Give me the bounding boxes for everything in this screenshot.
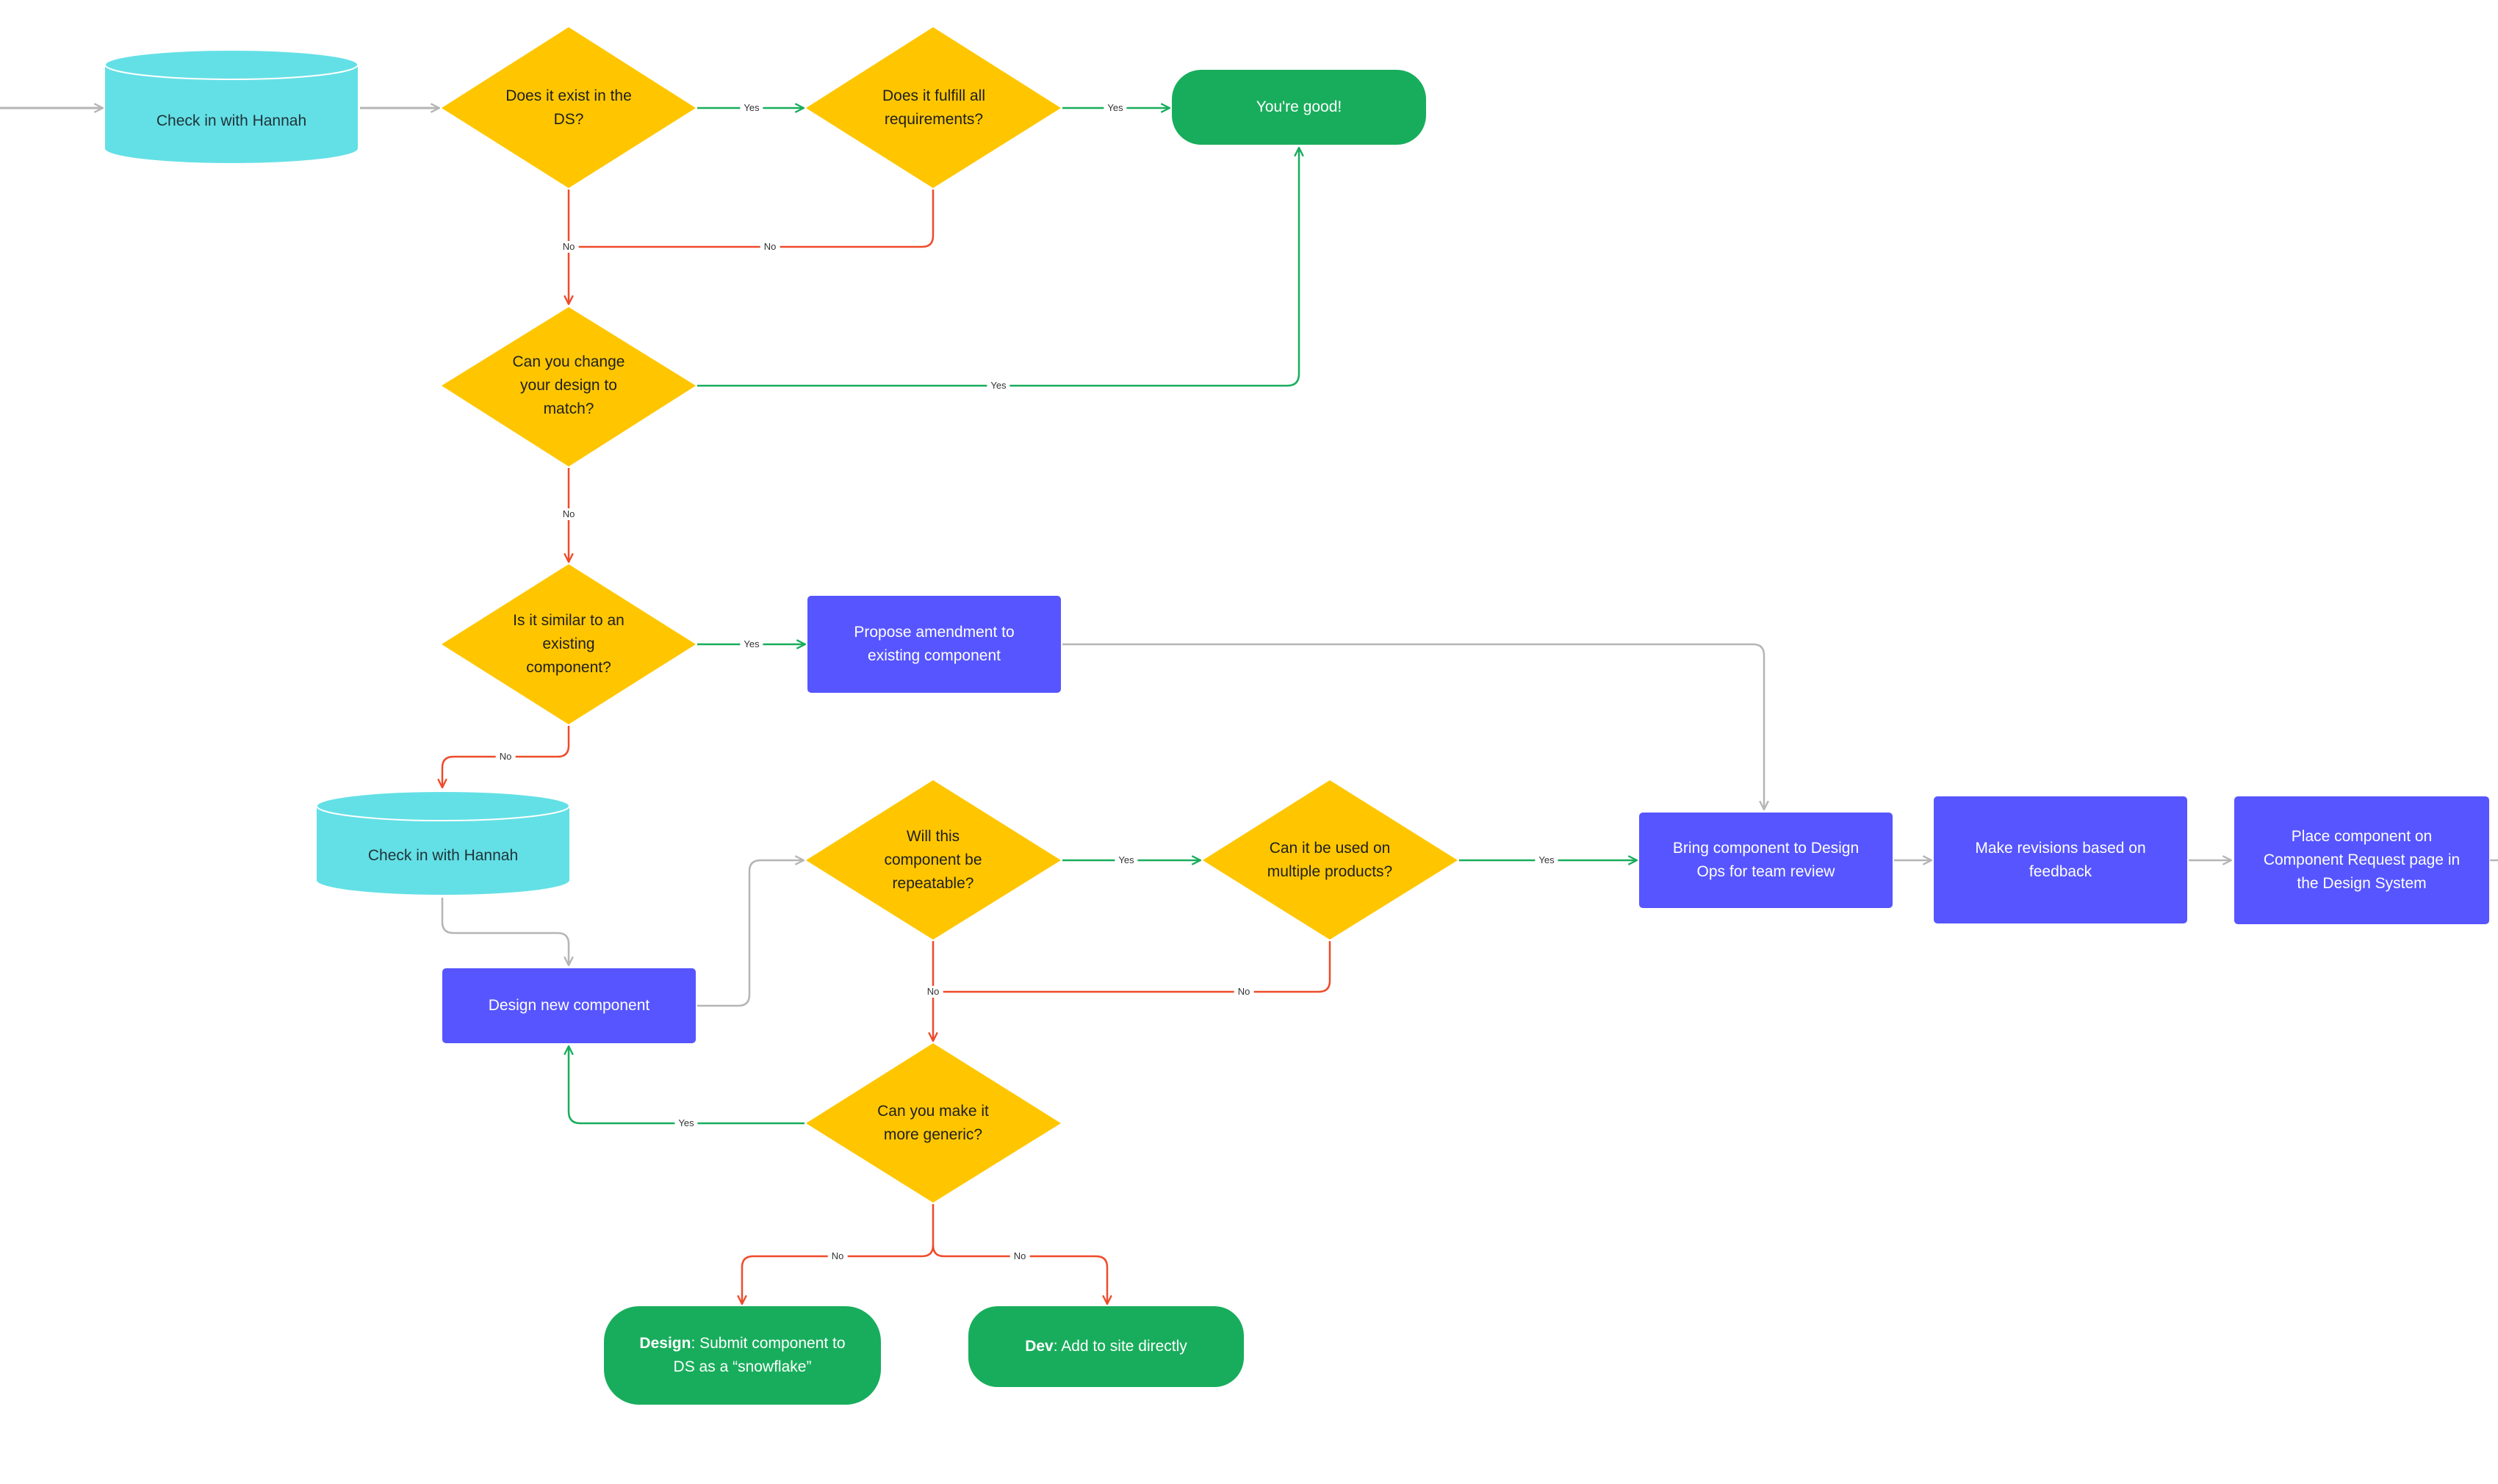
decision-similar-existing[interactable]: Is it similar to an existing component? [499, 597, 638, 692]
process-design-new-label: Design new component [488, 997, 650, 1014]
datastore-check-in-2-label: Check in with Hannah [367, 847, 519, 864]
decision-fulfills-requirements-label: Does it fulfill all requirements? [882, 87, 986, 128]
process-bring-to-ops-label: Bring component to Design Ops for team r… [1672, 840, 1860, 880]
terminal-youre-good[interactable]: You're good! [1172, 70, 1426, 145]
decision-exists-in-ds-label: Does it exist in the DS? [505, 87, 632, 128]
edge-label-generic-yes: Yes [674, 1117, 698, 1129]
process-design-new[interactable]: Design new component [442, 968, 696, 1043]
decision-fulfills-requirements[interactable]: Does it fulfill all requirements? [864, 71, 1004, 145]
edge-label-fulfills-yes: Yes [1104, 102, 1127, 114]
datastore-check-in-2[interactable]: Check in with Hannah [317, 819, 569, 893]
decision-change-design[interactable]: Can you change your design to match? [503, 338, 635, 433]
terminal-snowflake[interactable]: Design: Submit component to DS as a “sno… [604, 1306, 881, 1405]
terminal-snowflake-label-bold: Design [639, 1335, 691, 1352]
edge-design-to-repeatable [697, 860, 804, 1007]
edge-label-generic-no-dev: No [1009, 1250, 1030, 1262]
process-place-component-label: Place component on Component Request pag… [2263, 828, 2461, 892]
edge-generic-yes [569, 1046, 805, 1125]
datastore-check-in-1[interactable]: Check in with Hannah [105, 81, 358, 162]
datastore-check-in-1-label: Check in with Hannah [156, 112, 307, 129]
process-make-revisions[interactable]: Make revisions based on feedback [1934, 796, 2187, 923]
decision-multiple-products[interactable]: Can it be used on multiple products? [1264, 813, 1396, 908]
edge-label-multiple-yes: Yes [1535, 854, 1558, 866]
process-make-revisions-label: Make revisions based on feedback [1975, 839, 2146, 880]
edge-label-fulfills-no: No [760, 241, 780, 253]
edge-label-exists-yes: Yes [740, 102, 763, 114]
edge-label-change-yes: Yes [987, 380, 1010, 392]
process-propose-amendment[interactable]: Propose amendment to existing component [807, 596, 1061, 693]
terminal-youre-good-label: You're good! [1256, 98, 1342, 115]
decision-repeatable[interactable]: Will this component be repeatable? [867, 813, 999, 908]
edge-label-repeatable-yes: Yes [1115, 854, 1138, 866]
flowchart-canvas [0, 27, 2498, 1484]
process-place-component[interactable]: Place component on Component Request pag… [2234, 796, 2489, 924]
edge-label-change-no: No [558, 508, 579, 520]
edge-fulfills-no [569, 190, 935, 248]
terminal-snowflake-label-rest: : Submit component to DS as a “snowflake… [673, 1335, 846, 1375]
edge-label-generic-no-design: No [827, 1250, 848, 1262]
decision-more-generic-label: Can you make it more generic? [877, 1103, 989, 1143]
terminal-dev-direct[interactable]: Dev: Add to site directly [968, 1306, 1244, 1387]
decision-similar-existing-label: Is it similar to an existing component? [513, 612, 624, 676]
edge-label-similar-no: No [495, 751, 516, 763]
edge-propose-to-bring [1062, 643, 1764, 810]
edge-label-repeatable-no: No [923, 986, 943, 998]
terminal-dev-direct-label-bold: Dev [1025, 1338, 1054, 1355]
decision-repeatable-label: Will this component be repeatable? [884, 828, 982, 892]
decision-exists-in-ds[interactable]: Does it exist in the DS? [503, 71, 635, 145]
decision-multiple-products-label: Can it be used on multiple products? [1267, 840, 1393, 880]
terminal-snowflake-label: Design: Submit component to DS as a “sno… [633, 1332, 852, 1379]
edge-label-multiple-no: No [1234, 986, 1254, 998]
process-bring-to-ops[interactable]: Bring component to Design Ops for team r… [1639, 813, 1893, 908]
terminal-dev-direct-label-rest: : Add to site directly [1053, 1338, 1187, 1355]
edge-multiple-no [933, 941, 1331, 993]
edge-label-similar-yes: Yes [740, 638, 763, 650]
decision-more-generic[interactable]: Can you make it more generic? [867, 1083, 999, 1164]
edge-label-exists-no: No [558, 241, 579, 253]
terminal-dev-direct-label: Dev: Add to site directly [1025, 1335, 1187, 1358]
process-propose-amendment-label: Propose amendment to existing component [854, 624, 1015, 664]
edge-change-yes [697, 148, 1299, 387]
decision-change-design-label: Can you change your design to match? [512, 353, 625, 417]
edge-checkin2-to-design [441, 898, 569, 965]
